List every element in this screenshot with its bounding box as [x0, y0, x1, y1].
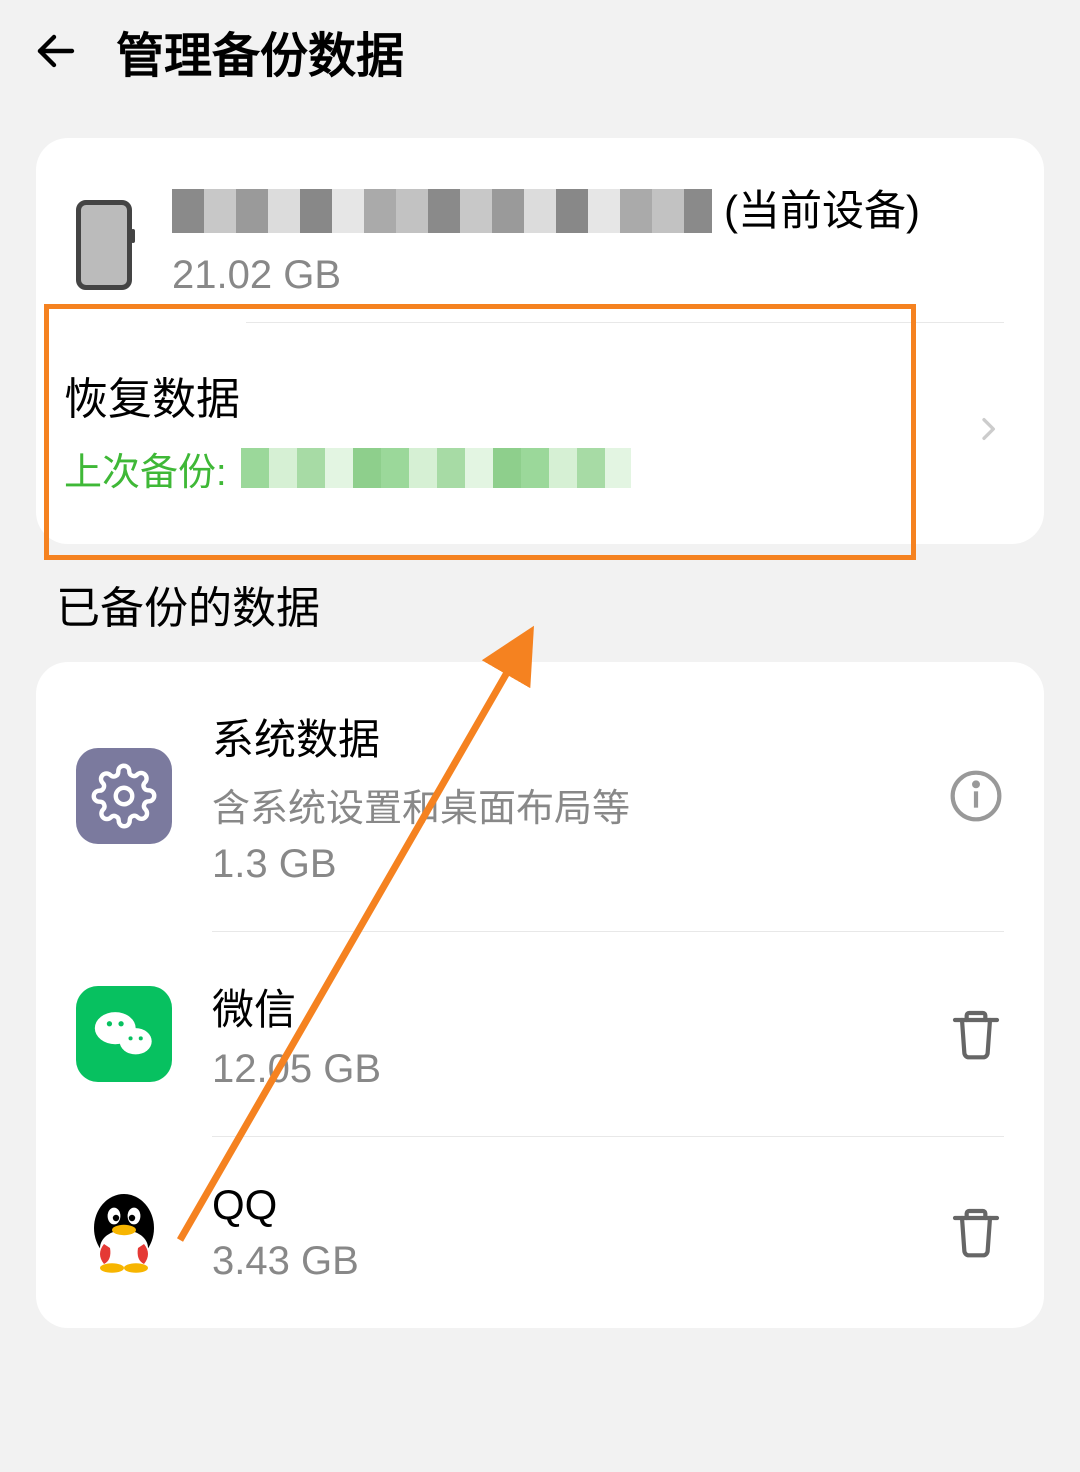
wechat-icon — [76, 986, 172, 1082]
last-backup-time-redacted — [241, 448, 631, 488]
device-card: (当前设备) 21.02 GB 恢复数据 上次备份: — [36, 138, 1044, 544]
device-row[interactable]: (当前设备) 21.02 GB — [36, 138, 1044, 322]
app-size: 3.43 GB — [212, 1239, 908, 1284]
device-text: (当前设备) 21.02 GB — [172, 182, 1004, 298]
last-backup-label: 上次备份: — [64, 441, 227, 496]
data-row-system[interactable]: 系统数据 含系统设置和桌面布局等 1.3 GB — [36, 662, 1044, 931]
device-suffix: (当前设备) — [724, 182, 920, 241]
section-title: 已备份的数据 — [0, 544, 1080, 650]
app-title: QQ — [212, 1181, 908, 1229]
app-size: 12.05 GB — [212, 1047, 908, 1092]
data-row-wechat[interactable]: 微信 12.05 GB — [36, 932, 1044, 1136]
back-button[interactable] — [28, 23, 84, 79]
app-title: 微信 — [212, 976, 908, 1037]
device-size: 21.02 GB — [172, 253, 1004, 298]
page-title: 管理备份数据 — [116, 16, 404, 86]
app-title: 系统数据 — [212, 706, 908, 767]
phone-icon — [76, 200, 132, 290]
chevron-right-icon — [972, 405, 1004, 453]
data-row-qq[interactable]: QQ 3.43 GB — [36, 1137, 1044, 1328]
trash-icon[interactable] — [948, 1006, 1004, 1062]
qq-icon — [76, 1184, 172, 1280]
settings-icon — [76, 748, 172, 844]
app-desc: 含系统设置和桌面布局等 — [212, 777, 908, 832]
device-name-redacted — [172, 189, 712, 233]
trash-icon[interactable] — [948, 1204, 1004, 1260]
arrow-left-icon — [32, 27, 80, 75]
restore-title: 恢复数据 — [64, 363, 972, 427]
restore-data-row[interactable]: 恢复数据 上次备份: — [36, 323, 1044, 544]
backed-up-card: 系统数据 含系统设置和桌面布局等 1.3 GB 微信 12.05 GB — [36, 662, 1044, 1328]
header: 管理备份数据 — [0, 0, 1080, 102]
info-icon[interactable] — [948, 768, 1004, 824]
app-size: 1.3 GB — [212, 842, 908, 887]
